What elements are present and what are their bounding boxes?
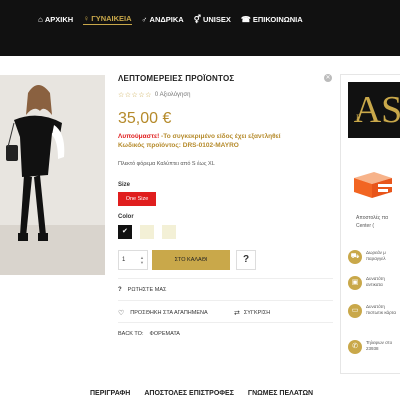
wishlist-label: ΠΡΟΣΘΗΚΗ ΣΤΑ ΑΓΑΠΗΜΕΝΑ (130, 310, 208, 316)
color-swatch-cream[interactable] (140, 225, 154, 239)
compare-label: ΣΥΓΚΡΙΣΗ (243, 310, 271, 316)
feature-text: Δυνατότη αντικατα (366, 276, 385, 287)
male-icon: ♂ (141, 15, 148, 24)
nav-item-label: ΑΡΧΙΚΗ (44, 15, 74, 24)
quantity-value[interactable]: 1 (122, 257, 125, 263)
category-link[interactable]: ΦΟΡΕΜΑΤΑ (149, 331, 179, 337)
sidebar-feature-phone: ✆ Τηλεφων στο 23938 (348, 340, 400, 366)
quantity-arrows[interactable]: ▲ ▼ (140, 255, 144, 265)
top-navbar: ⌂ ΑΡΧΙΚΗ ♀ ΓΥΝΑΙΚΕΙΑ ♂ ΑΝΔΡΙΚΑ ⚥ UNISEX … (0, 0, 400, 56)
nav-item-contact[interactable]: ☎ ΕΠΙΚΟΙΝΩΝΙΑ (241, 14, 303, 25)
rating-count[interactable]: 0 Αξιολόγηση (155, 92, 191, 98)
feature-text: Δωρεάν μ παραγγελ (366, 250, 386, 261)
main-nav: ⌂ ΑΡΧΙΚΗ ♀ ΓΥΝΑΙΚΕΙΑ ♂ ΑΝΔΡΙΚΑ ⚥ UNISEX … (38, 14, 303, 25)
back-to-label: BACK TO: (118, 331, 144, 337)
color-swatch-cream[interactable] (162, 225, 176, 239)
nav-item-label: ΑΝΔΡΙΚΑ (149, 15, 184, 24)
nav-item-unisex[interactable]: ⚥ UNISEX (194, 14, 231, 25)
nav-item-label: UNISEX (202, 15, 231, 24)
product-photo (0, 75, 105, 275)
cash-icon: ▣ (348, 276, 362, 290)
soldout-notice: Λυπούμαστε! -Το συγκεκριμένο είδος έχει … (118, 132, 333, 150)
logo-letters: AS (354, 89, 400, 131)
back-to-category: BACK TO: ΦΟΡΕΜΑΤΑ (118, 331, 180, 337)
tab-shipping-returns[interactable]: ΑΠΟΣΤΟΛΕΣ ΕΠΙΣΤΡΟΦΕΣ (144, 390, 234, 397)
size-label: Size (118, 182, 131, 188)
product-description: Πλεκτό φόρεμα Καλύπτει από S έως XL (118, 161, 215, 167)
soldout-text: -Το συγκεκριμένο είδος έχει εξαντληθεί (159, 133, 281, 140)
size-option-button[interactable]: One Size (118, 192, 156, 206)
nav-item-label: ΓΥΝΑΙΚΕΙΑ (91, 14, 132, 23)
add-to-cart-button[interactable]: ΣΤΟ ΚΑΛΑΘΙ (152, 250, 230, 270)
feature-text: Δυνατότη πιστωτικ κάρτα (366, 304, 396, 315)
product-tabs: ΠΕΡΙΓΡΑΦΗ ΑΠΟΣΤΟΛΕΣ ΕΠΙΣΤΡΟΦΕΣ ΓΝΩΜΕΣ ΠΕ… (90, 390, 313, 397)
chevron-down-icon[interactable]: ▼ (140, 260, 144, 265)
divider (118, 322, 333, 323)
female-icon: ♀ (83, 14, 90, 23)
shipping-truck-icon (352, 170, 400, 200)
feature-text: Τηλεφων στο 23938 (366, 340, 393, 351)
product-code: Κωδικός προϊόντος: DRS-0102-MAYRO (118, 142, 239, 149)
close-icon[interactable]: ✕ (324, 74, 332, 82)
delivery-icon: ⛟ (348, 250, 362, 264)
question-icon: ? (118, 287, 122, 293)
divider (118, 300, 333, 301)
unisex-icon: ⚥ (193, 15, 201, 24)
shipping-caption: Αποστολές πα Center ( (356, 215, 388, 229)
nav-item-label: ΕΠΙΚΟΙΝΩΝΙΑ (252, 15, 303, 24)
card-icon: ▭ (348, 304, 362, 318)
compare-link[interactable]: ⇄ ΣΥΓΚΡΙΣΗ (234, 309, 270, 317)
brand-logo: AS F (348, 82, 400, 138)
help-button[interactable]: ? (236, 250, 256, 270)
add-to-wishlist-link[interactable]: ♡ ΠΡΟΣΘΗΚΗ ΣΤΑ ΑΓΑΠΗΜΕΝΑ (118, 309, 208, 317)
product-title: ΛΕΠΤΟΜΕΡΕΙΕΣ ΠΡΟΪΟΝΤΟΣ (118, 74, 235, 83)
tab-reviews[interactable]: ΓΝΩΜΕΣ ΠΕΛΑΤΩΝ (248, 390, 313, 397)
product-price: 35,00 € (118, 110, 172, 127)
quantity-stepper[interactable]: 1 ▲ ▼ (118, 250, 148, 270)
sidebar-feature-cash: ▣ Δυνατότη αντικατα (348, 276, 400, 302)
nav-item-home[interactable]: ⌂ ΑΡΧΙΚΗ (38, 14, 73, 25)
tab-description[interactable]: ΠΕΡΙΓΡΑΦΗ (90, 390, 130, 397)
nav-item-men[interactable]: ♂ ΑΝΔΡΙΚΑ (142, 14, 184, 25)
heart-icon: ♡ (118, 310, 125, 317)
logo-mark: AS F (354, 89, 400, 131)
home-icon: ⌂ (38, 15, 43, 24)
divider (118, 278, 333, 279)
star-rating-icon[interactable]: ☆☆☆☆☆ (118, 91, 152, 99)
contact-icon: ☎ (240, 15, 251, 24)
nav-item-women[interactable]: ♀ ΓΥΝΑΙΚΕΙΑ (83, 14, 132, 25)
product-image[interactable] (0, 75, 105, 275)
soldout-prefix: Λυπούμαστε! (118, 133, 160, 140)
compare-icon: ⇄ (234, 310, 240, 317)
color-swatch-black[interactable] (118, 225, 132, 239)
sidebar-feature-card: ▭ Δυνατότη πιστωτικ κάρτα (348, 304, 400, 330)
rating: ☆☆☆☆☆ 0 Αξιολόγηση (118, 91, 190, 99)
color-label: Color (118, 214, 134, 220)
ask-us-link[interactable]: ? ΡΩΤΗΣΤΕ ΜΑΣ (118, 287, 166, 293)
sidebar-feature-delivery: ⛟ Δωρεάν μ παραγγελ (348, 250, 400, 276)
phone-icon: ✆ (348, 340, 362, 354)
logo-small-letter: F (356, 113, 361, 122)
ask-us-label: ΡΩΤΗΣΤΕ ΜΑΣ (127, 287, 167, 293)
